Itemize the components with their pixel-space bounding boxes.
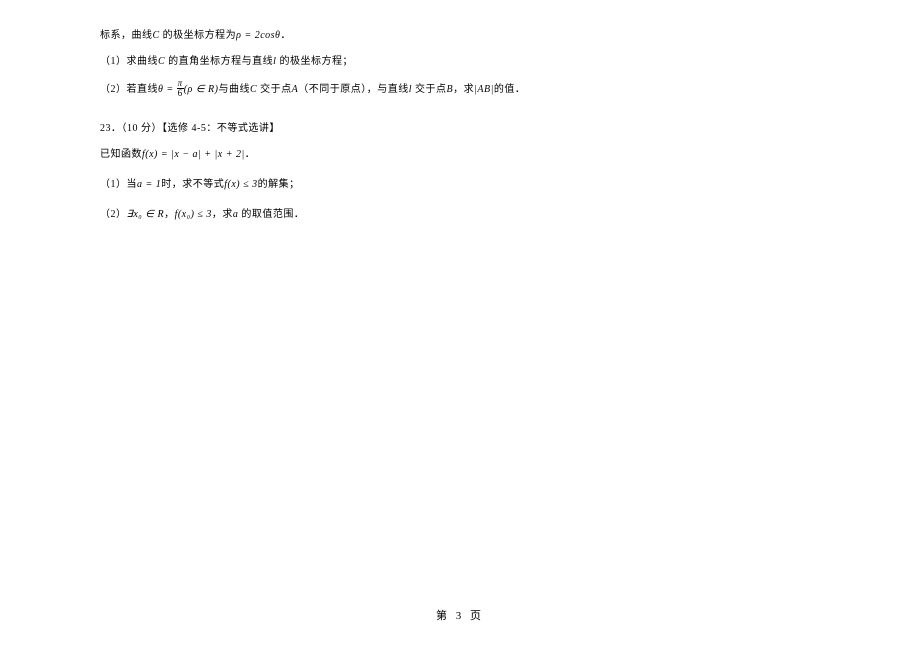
text: ，求 [453,84,474,95]
text: ． [245,149,256,160]
text: （2） [100,209,127,220]
text: ，求 [212,209,233,220]
page-content: 标系，曲线C 的极坐标方程为ρ = 2cosθ． （1）求曲线C 的直角坐标方程… [100,28,820,233]
line-3: （2）若直线θ = π6(ρ ∈ R)与曲线C 交于点A（不同于原点），与直线l… [100,80,820,99]
exists-x0: ∃x₀ ∈ R [127,209,165,220]
line-6: （1）当a = 1时，求不等式f(x) ≤ 3的解集； [100,177,820,193]
text: 的极坐标方程； [276,56,353,67]
theta-eq: θ = [158,84,177,95]
text: 标系，曲线 [100,30,153,41]
var-c: C [153,30,160,41]
text: 的取值范围． [238,209,304,220]
page-footer: 第 3 页 [0,607,920,623]
line-7: （2）∃x₀ ∈ R，f(x₀) ≤ 3，求a 的取值范围． [100,207,820,223]
text: 的解集； [258,179,300,190]
line-1: 标系，曲线C 的极坐标方程为ρ = 2cosθ． [100,28,820,44]
function-def: f(x) = |x − a| + |x + 2| [142,149,245,160]
fraction-pi-6: π6 [177,79,184,98]
text: 已知函数 [100,149,142,160]
abs-ab: |AB| [474,84,494,95]
text: 交于点 [257,84,292,95]
line-2: （1）求曲线C 的直角坐标方程与直线l 的极坐标方程； [100,54,820,70]
a-eq-1: a = 1 [137,179,161,190]
inequality-x0: f(x₀) ≤ 3 [175,209,212,220]
text: （2）若直线 [100,84,158,95]
equation: ρ = 2cosθ [236,30,280,41]
denominator: 6 [177,89,184,98]
text: 的直角坐标方程与直线 [165,56,273,67]
text: （不同于原点），与直线 [298,84,409,95]
text: 的值． [494,84,526,95]
line-5: 已知函数f(x) = |x − a| + |x + 2|． [100,147,820,163]
paren: (ρ ∈ R) [184,84,219,95]
text: 的极坐标方程为 [160,30,237,41]
text: 与曲线 [218,84,250,95]
text: 交于点 [412,84,447,95]
inequality: f(x) ≤ 3 [224,179,257,190]
text: ， [164,209,175,220]
text: （1）当 [100,179,137,190]
text: （1）求曲线 [100,56,158,67]
page-number: 第 3 页 [436,610,484,622]
line-4-heading: 23．（10 分）【选修 4-5：不等式选讲】 [100,121,820,137]
text: 时，求不等式 [161,179,224,190]
problem-23-heading: 23．（10 分）【选修 4-5：不等式选讲】 [100,123,280,134]
text: ． [280,30,291,41]
